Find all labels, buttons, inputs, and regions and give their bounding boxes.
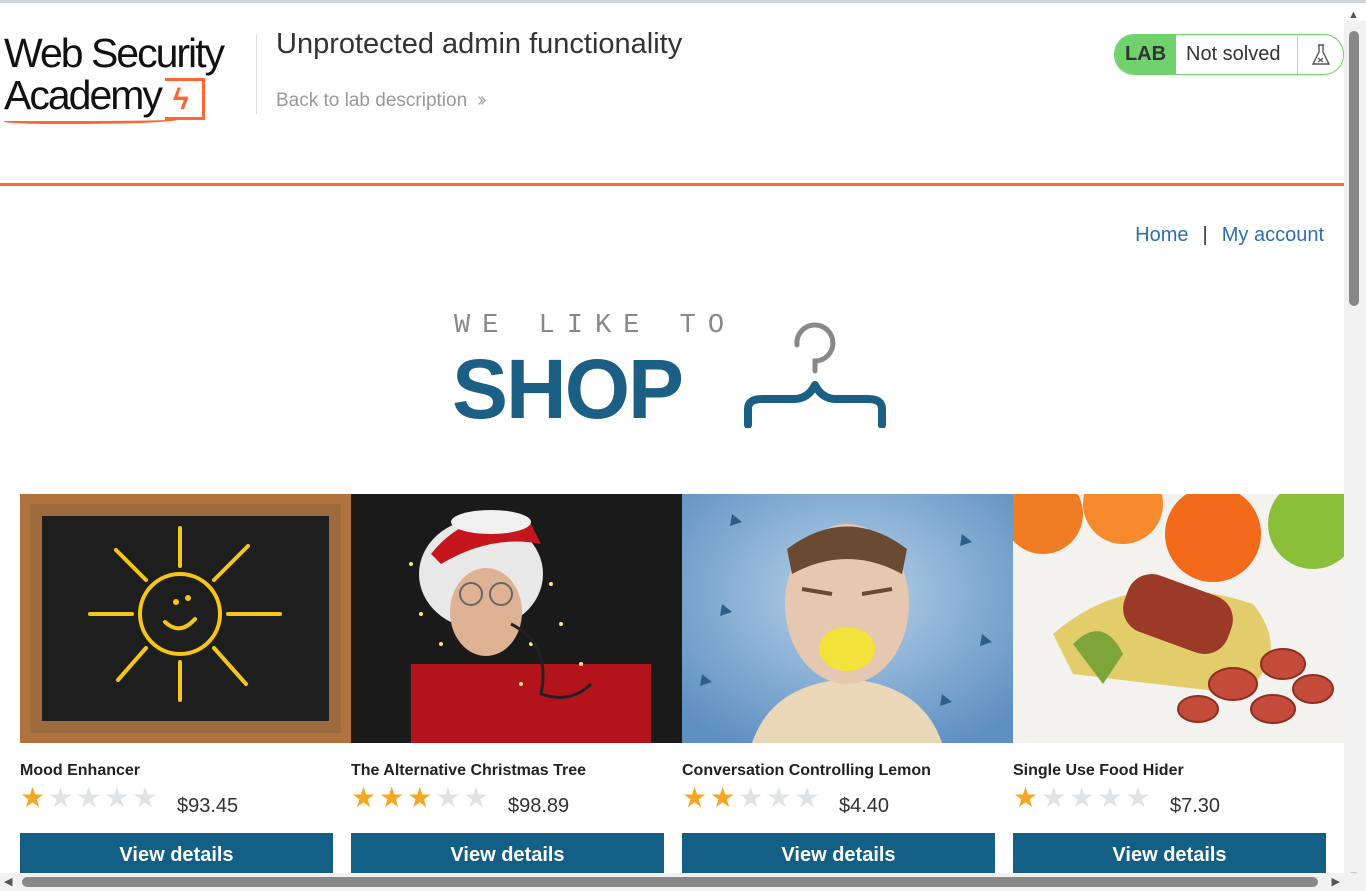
product-price: $93.45	[177, 795, 239, 817]
nav-separator: |	[1202, 224, 1208, 246]
double-chevron-right-icon: ››	[477, 89, 487, 111]
header-divider	[256, 34, 257, 114]
back-link-label: Back to lab description	[276, 89, 468, 111]
nav-my-account-link[interactable]: My account	[1222, 224, 1324, 247]
star-icon: ★	[435, 782, 461, 813]
hanger-icon	[744, 322, 886, 428]
lab-status-widget: LAB Not solved	[1114, 34, 1344, 75]
vertical-scrollbar-thumb[interactable]	[1349, 31, 1359, 306]
banner-tagline: WE LIKE TO	[454, 311, 737, 341]
page: Web Security Academy ϟ Unprotected admin…	[0, 0, 1366, 891]
product-image[interactable]	[20, 494, 351, 743]
star-icon: ★	[379, 782, 405, 813]
scroll-up-arrow-icon[interactable]: ▲	[1348, 9, 1359, 21]
view-details-button[interactable]: View details	[1013, 833, 1326, 877]
product-name: Conversation Controlling Lemon	[682, 762, 931, 779]
product-name: Single Use Food Hider	[1013, 762, 1184, 779]
star-rating: ★ ★ ★ ★ ★	[351, 784, 489, 812]
lightning-icon: ϟ	[164, 78, 205, 120]
product-image[interactable]	[351, 494, 682, 743]
product-card: Single Use Food Hider ★ ★ ★ ★ ★ $7.30 View d…	[1013, 494, 1344, 877]
scroll-right-arrow-icon[interactable]: ▶	[1332, 875, 1340, 888]
logo-line-1: Web Security	[4, 30, 225, 76]
product-card: The Alternative Christmas Tree ★ ★ ★ ★ ★ $98…	[351, 494, 682, 877]
web-security-academy-logo[interactable]: Web Security Academy ϟ	[4, 32, 254, 128]
lab-title: Unprotected admin functionality	[276, 28, 683, 60]
back-to-lab-description-link[interactable]: Back to lab description ››	[276, 89, 487, 112]
star-icon: ★	[407, 782, 433, 813]
star-rating: ★ ★ ★ ★ ★	[20, 784, 158, 812]
star-icon: ★	[76, 782, 102, 813]
shop-banner: WE LIKE TO SHOP	[452, 311, 892, 436]
star-icon: ★	[710, 782, 736, 813]
view-details-button[interactable]: View details	[20, 833, 333, 877]
lab-badge: LAB	[1115, 35, 1176, 74]
flask-icon[interactable]	[1297, 35, 1343, 74]
star-icon: ★	[1041, 782, 1067, 813]
product-image[interactable]	[1013, 494, 1344, 743]
star-icon: ★	[1013, 782, 1039, 813]
product-price: $7.30	[1170, 795, 1221, 817]
scroll-left-arrow-icon[interactable]: ◀	[4, 875, 12, 888]
star-rating: ★ ★ ★ ★ ★	[1013, 784, 1151, 812]
view-details-button[interactable]: View details	[351, 833, 664, 877]
star-icon: ★	[1097, 782, 1123, 813]
star-icon: ★	[48, 782, 74, 813]
star-icon: ★	[20, 782, 46, 813]
product-card: Mood Enhancer ★ ★ ★ ★ ★ $93.45 View details	[20, 494, 351, 877]
star-icon: ★	[682, 782, 708, 813]
product-name: Mood Enhancer	[20, 762, 141, 779]
banner-shop-text: SHOP	[452, 342, 684, 436]
vertical-scrollbar[interactable]: ▲ ▼	[1344, 9, 1366, 882]
star-icon: ★	[1125, 782, 1151, 813]
star-icon: ★	[463, 782, 489, 813]
star-icon: ★	[766, 782, 792, 813]
logo-underline	[4, 116, 179, 124]
logo-line-2: Academy	[4, 72, 163, 118]
horizontal-scrollbar-thumb[interactable]	[22, 877, 1318, 887]
product-image[interactable]	[682, 494, 1013, 743]
star-icon: ★	[1069, 782, 1095, 813]
star-icon: ★	[794, 782, 820, 813]
star-icon: ★	[104, 782, 130, 813]
product-grid: Mood Enhancer ★ ★ ★ ★ ★ $93.45 View details	[20, 494, 1344, 877]
star-rating: ★ ★ ★ ★ ★	[682, 784, 820, 812]
star-icon: ★	[351, 782, 377, 813]
lab-header: Web Security Academy ϟ Unprotected admin…	[0, 6, 1344, 186]
view-details-button[interactable]: View details	[682, 833, 995, 877]
lab-status-text: Not solved	[1186, 43, 1281, 65]
horizontal-scrollbar[interactable]: ◀ ▶	[0, 873, 1366, 891]
product-price: $4.40	[839, 795, 890, 817]
star-icon: ★	[738, 782, 764, 813]
nav-home-link[interactable]: Home	[1135, 224, 1188, 247]
product-name: The Alternative Christmas Tree	[351, 762, 587, 779]
top-navigation: Home | My account	[1135, 224, 1324, 247]
product-price: $98.89	[508, 795, 570, 817]
star-icon: ★	[132, 782, 158, 813]
product-card: Conversation Controlling Lemon ★ ★ ★ ★ ★ $4.…	[682, 494, 1013, 877]
